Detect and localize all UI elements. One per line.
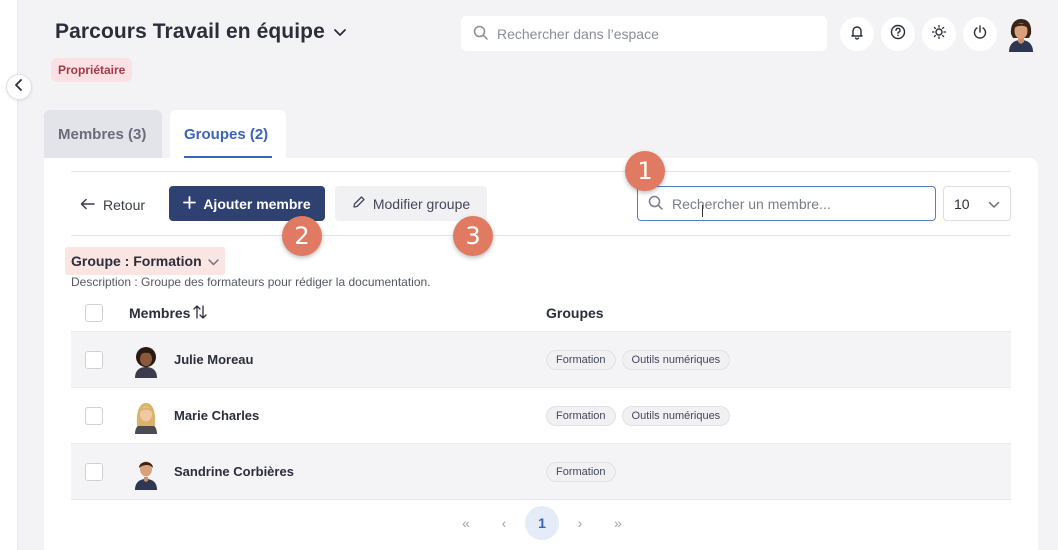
row-checkbox[interactable] [85, 462, 103, 481]
member-name: Marie Charles [174, 408, 260, 423]
notifications-button[interactable] [840, 17, 874, 51]
divider [71, 235, 1011, 236]
back-label: Retour [103, 197, 146, 213]
plus-icon [183, 195, 203, 212]
group-description: Description : Groupe des formateurs pour… [71, 275, 431, 289]
collapse-sidebar-button[interactable] [6, 74, 32, 100]
pagination: « ‹ 1 › » [449, 506, 635, 540]
space-search-placeholder: Rechercher dans l’espace [497, 25, 659, 42]
space-title-dropdown[interactable]: Parcours Travail en équipe [55, 20, 347, 44]
table-row[interactable]: Julie Moreau Formation Outils numériques [71, 331, 1011, 387]
avatar [131, 400, 161, 434]
text-cursor [702, 205, 703, 217]
space-search-input[interactable]: Rechercher dans l’espace [461, 16, 827, 51]
arrow-left-icon [80, 197, 103, 213]
member-search-placeholder: Rechercher un membre... [672, 195, 831, 212]
first-page-button[interactable]: « [449, 506, 483, 540]
role-badge: Propriétaire [51, 58, 133, 82]
edit-group-label: Modifier groupe [372, 195, 471, 212]
annotation-badge-3: 3 [453, 216, 493, 256]
power-icon [972, 24, 988, 45]
per-page-select[interactable]: 10 [943, 186, 1011, 221]
member-name: Julie Moreau [174, 352, 254, 367]
question-icon [890, 24, 906, 45]
group-tag: Formation [546, 461, 616, 482]
next-page-button[interactable]: › [563, 506, 597, 540]
chevron-left-icon [14, 78, 24, 96]
help-button[interactable] [881, 17, 915, 51]
chevron-down-icon [988, 196, 1000, 212]
annotation-badge-2: 2 [282, 216, 322, 256]
members-column-label: Membres [129, 305, 191, 321]
group-tag: Formation [546, 349, 616, 370]
logout-button[interactable] [963, 17, 997, 51]
bell-icon [849, 24, 865, 45]
sun-icon [931, 24, 947, 45]
divider [71, 171, 1011, 172]
group-tag: Outils numériques [621, 349, 731, 370]
group-tag: Outils numériques [621, 405, 731, 426]
previous-page-button[interactable]: ‹ [487, 506, 521, 540]
annotation-badge-1: 1 [625, 151, 665, 191]
member-name: Sandrine Corbières [174, 464, 294, 479]
current-page-button[interactable]: 1 [525, 506, 559, 540]
pencil-icon [352, 195, 373, 212]
chevron-down-icon [325, 20, 347, 44]
table-header: Membres Groupes [71, 295, 1011, 331]
groups-panel: Retour Ajouter membre Modifier groupe Re… [44, 151, 1038, 550]
group-selector[interactable]: Groupe : Formation [65, 247, 225, 275]
search-icon [473, 25, 497, 43]
member-groups: Formation [546, 461, 616, 482]
tab-members[interactable]: Membres (3) [44, 110, 162, 158]
row-checkbox[interactable] [85, 406, 103, 425]
last-page-button[interactable]: » [601, 506, 635, 540]
tab-groups[interactable]: Groupes (2) [170, 110, 286, 158]
table-row[interactable]: Sandrine Corbières Formation [71, 443, 1011, 499]
avatar [131, 456, 161, 490]
sort-icon [190, 304, 208, 323]
members-column-header[interactable]: Membres [129, 304, 208, 323]
divider [71, 499, 1011, 500]
select-all-checkbox[interactable] [85, 304, 103, 322]
chevron-down-icon [202, 253, 219, 269]
table-row[interactable]: Marie Charles Formation Outils numérique… [71, 387, 1011, 443]
search-icon [648, 195, 672, 213]
groups-column-header: Groupes [546, 305, 604, 321]
member-groups: Formation Outils numériques [546, 349, 731, 370]
per-page-value: 10 [954, 195, 970, 212]
page-title: Parcours Travail en équipe [55, 20, 325, 43]
member-groups: Formation Outils numériques [546, 405, 731, 426]
row-checkbox[interactable] [85, 350, 103, 369]
edit-group-button[interactable]: Modifier groupe [335, 186, 487, 221]
group-label: Groupe : Formation [71, 253, 202, 269]
avatar [131, 344, 161, 378]
back-button[interactable]: Retour [80, 188, 145, 222]
theme-toggle-button[interactable] [922, 17, 956, 51]
member-search-input[interactable]: Rechercher un membre... [637, 186, 936, 221]
user-avatar[interactable] [1005, 16, 1037, 52]
add-member-label: Ajouter membre [203, 195, 311, 212]
group-tag: Formation [546, 405, 616, 426]
tab-bar: Membres (3) Groupes (2) [44, 110, 286, 158]
